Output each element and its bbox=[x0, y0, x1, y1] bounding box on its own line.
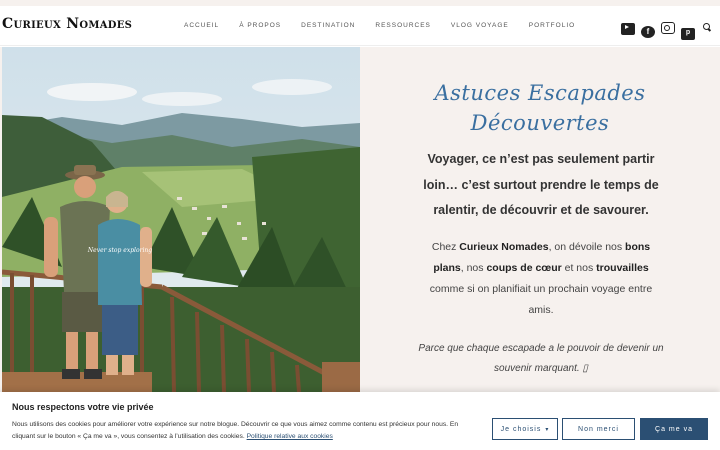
intro-panel: Astuces Escapades Découvertes Voyager, c… bbox=[360, 47, 720, 392]
pinterest-icon[interactable]: p bbox=[681, 21, 695, 40]
hero-section: Never stop exploring Astuces Escapades D… bbox=[0, 47, 720, 392]
cookie-title: Nous respectons votre vie privée bbox=[12, 402, 154, 412]
caret-down-icon: ▾ bbox=[545, 426, 550, 433]
menu-item-accueil[interactable]: Accueil bbox=[184, 22, 219, 29]
main-menu: Accueil À propos Destination Ressources … bbox=[184, 22, 595, 29]
menu-item-ressources[interactable]: Ressources bbox=[375, 22, 431, 29]
landscape-photo: Never stop exploring bbox=[2, 47, 360, 392]
menu-item-portfolio[interactable]: Portfolio bbox=[529, 22, 575, 29]
cookie-text: Nous utilisons des cookies pour améliore… bbox=[12, 421, 459, 440]
accept-button[interactable]: Ça me va bbox=[640, 418, 708, 440]
decline-button[interactable]: Non merci bbox=[562, 418, 635, 440]
menu-item-vlog-voyage[interactable]: Vlog voyage bbox=[451, 22, 509, 29]
site-header: Curieux Nomades Accueil À propos Destina… bbox=[0, 6, 720, 46]
quote-paragraph: Parce que chaque escapade a le pouvoir d… bbox=[418, 343, 664, 374]
script-title-line2: Découvertes bbox=[470, 111, 610, 135]
script-title-line1: Astuces Escapades bbox=[434, 81, 646, 105]
cookie-policy-link[interactable]: Politique relative aux cookies bbox=[247, 433, 333, 440]
search-icon[interactable] bbox=[701, 21, 715, 33]
shirt-text: Never stop exploring bbox=[87, 247, 152, 254]
menu-item-destination[interactable]: Destination bbox=[301, 22, 355, 29]
lead-paragraph: Voyager, ce n’est pas seulement partir l… bbox=[423, 152, 659, 217]
site-logo[interactable]: Curieux Nomades bbox=[2, 16, 132, 32]
instagram-icon[interactable] bbox=[661, 21, 675, 34]
menu-item-a-propos[interactable]: À propos bbox=[239, 22, 281, 29]
hero-photo: Never stop exploring bbox=[2, 47, 360, 392]
facebook-icon[interactable]: f bbox=[641, 21, 655, 38]
cookie-banner: Nous respectons votre vie privée Nous ut… bbox=[0, 392, 720, 450]
youtube-icon[interactable] bbox=[621, 21, 635, 35]
intro-paragraph: Chez Curieux Nomades, on dévoile nos bon… bbox=[429, 241, 653, 316]
social-icons: f p bbox=[621, 21, 715, 40]
choose-button[interactable]: Je choisis ▾ bbox=[492, 418, 558, 440]
